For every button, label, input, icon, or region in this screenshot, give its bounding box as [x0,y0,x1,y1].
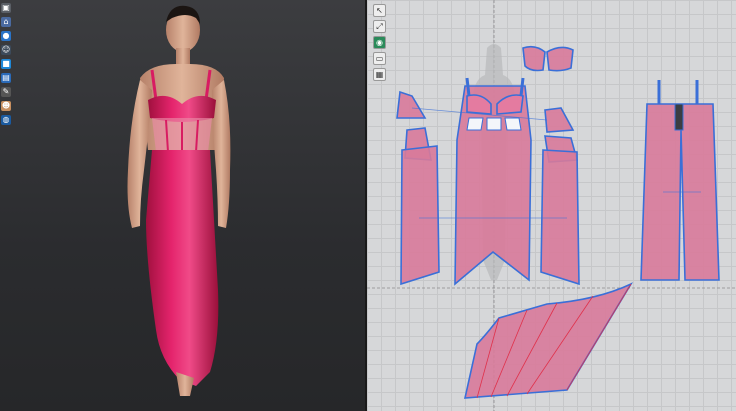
transform-icon[interactable]: ⤢ [373,20,386,33]
select-icon[interactable]: ↖ [373,4,386,17]
3d-viewport[interactable]: ▣ ⌂ ● ☺ ■ ▤ ✎ ☻ ◍ [0,0,365,411]
fabric-icon[interactable]: ◉ [373,36,386,49]
dress-skirt [146,150,219,386]
pattern-piece-left-side [400,145,440,286]
segment-icon[interactable]: ▭ [373,52,386,65]
2d-toolbar: ↖ ⤢ ◉ ▭ ▦ [373,4,386,81]
2d-pattern-viewport[interactable]: ↖ ⤢ ◉ ▭ ▦ [367,0,736,411]
pattern-piece-skirt-fan [463,282,634,399]
pattern-piece-cup-right [546,46,574,72]
internal-line-icon[interactable]: ▦ [373,68,386,81]
pattern-piece-right-side [540,149,580,286]
pattern-piece-cup-left [522,45,546,72]
pattern-piece-puff-left-top [396,90,427,119]
avatar-neck [176,48,190,66]
avatar-render [127,5,231,396]
pattern-piece-puff-right-top [544,107,575,133]
pattern-canvas [367,0,736,411]
